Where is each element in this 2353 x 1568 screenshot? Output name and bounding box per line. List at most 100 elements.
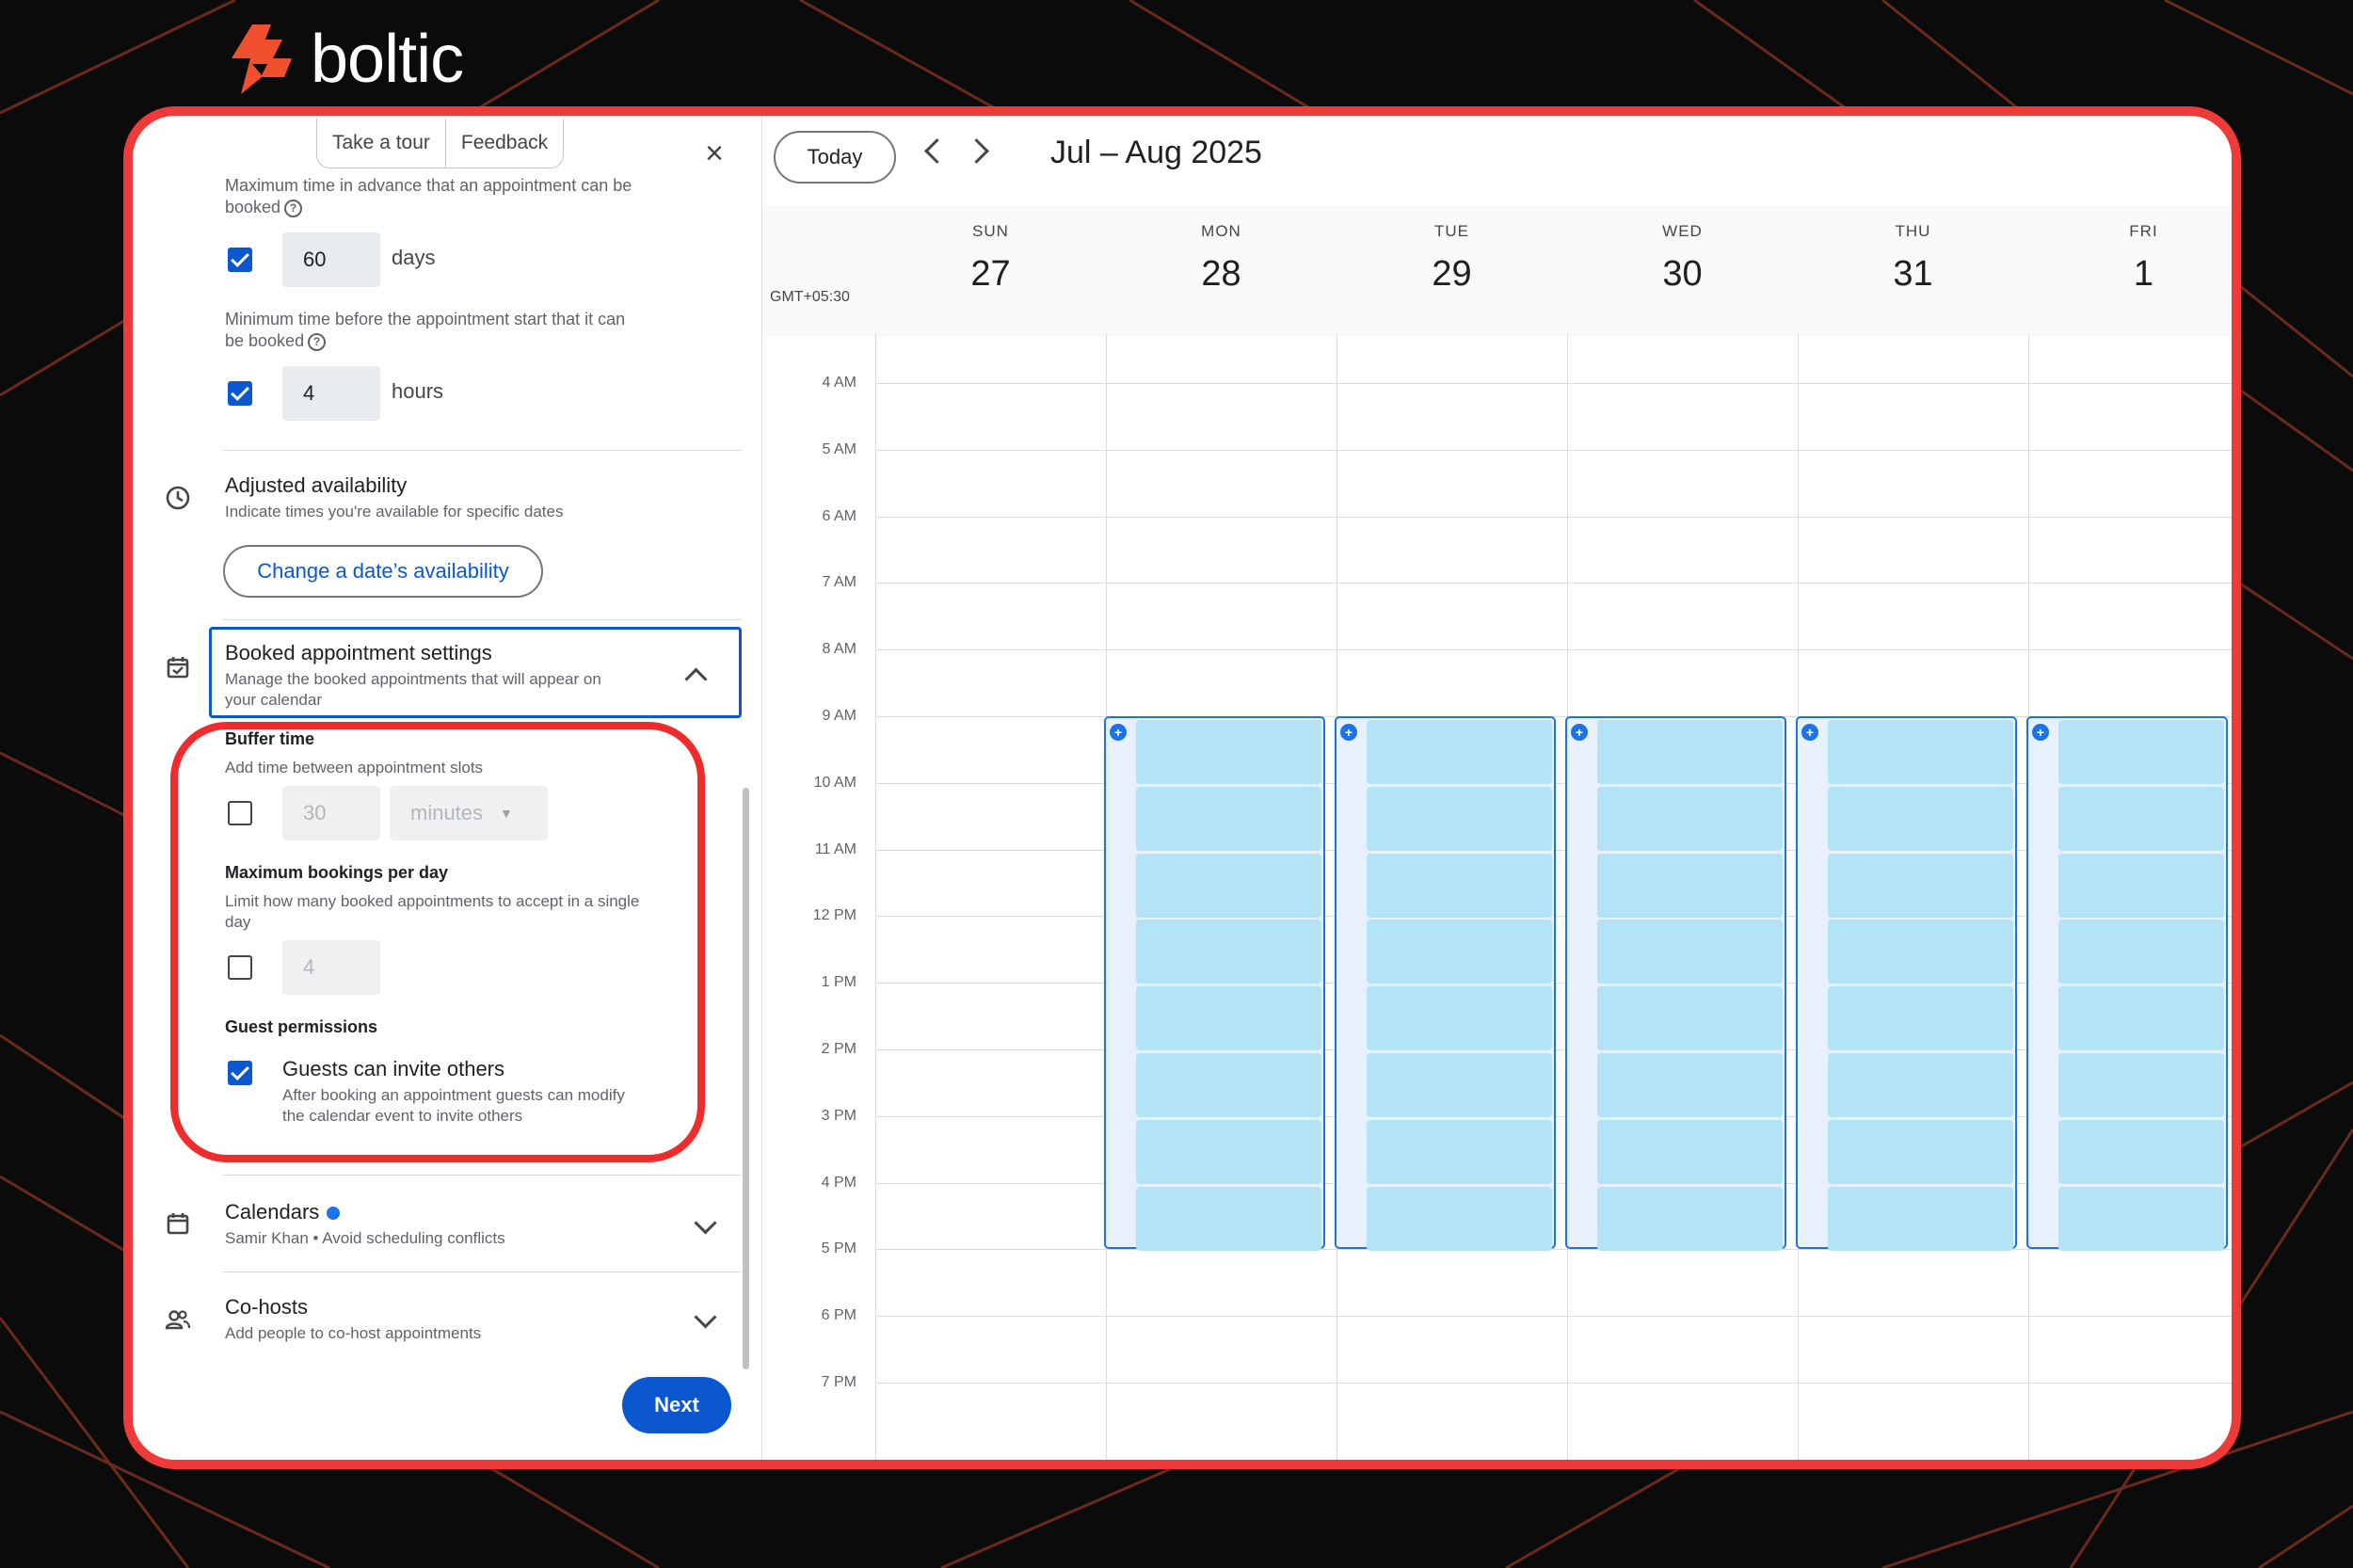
appointment-slot[interactable] [1597,720,1783,784]
appointment-slot[interactable] [2058,986,2224,1051]
day-name: THU [1895,222,1931,240]
hour-label: 9 AM [822,708,856,724]
appointment-slot[interactable] [1136,986,1321,1051]
event-available-icon [167,657,189,679]
max-advance-unit: days [392,246,436,269]
appointment-slot[interactable] [1367,786,1552,851]
appointment-slot[interactable] [1597,853,1783,918]
chevron-down-icon[interactable] [694,1305,717,1329]
min-before-input[interactable]: 4 [282,366,380,421]
panel-scrollbar[interactable] [743,788,749,1369]
appointment-slot[interactable] [1828,1119,2013,1184]
hour-label: 6 PM [821,1307,856,1324]
feedback-link[interactable]: Feedback [444,119,563,168]
availability-block-thu[interactable]: + [1796,716,2017,1251]
appointment-slot[interactable] [1136,920,1321,984]
day-number: 29 [1432,254,1472,294]
appointment-slot[interactable] [1136,1119,1321,1184]
hour-label: 5 AM [822,440,856,457]
appointment-slot[interactable] [1597,1186,1783,1251]
appointment-slot[interactable] [1828,1186,2013,1251]
booking-page-icon: + [1571,724,1588,741]
booking-page-icon: + [1110,724,1127,741]
day-header-sun[interactable]: SUN 27 [875,222,1106,295]
appointment-slot[interactable] [2058,920,2224,984]
calendar-icon [167,1213,189,1235]
appointment-slot[interactable] [1597,1119,1783,1184]
availability-block-tue[interactable]: + [1335,716,1556,1251]
appointment-slot[interactable] [1367,1119,1552,1184]
appointment-slot[interactable] [1367,986,1552,1051]
min-before-checkbox[interactable] [228,381,252,406]
appointment-slot[interactable] [1828,786,2013,851]
appointment-slot[interactable] [1597,1053,1783,1117]
availability-block-fri[interactable]: + [2026,716,2228,1251]
appointment-slot[interactable] [2058,1119,2224,1184]
chevron-right-icon[interactable] [964,138,989,164]
appointment-slot[interactable] [1828,920,2013,984]
hour-gridline [875,383,2232,384]
change-date-availability-button[interactable]: Change a date’s availability [223,545,543,598]
appointment-slot[interactable] [1828,986,2013,1051]
day-header-mon[interactable]: MON 28 [1106,222,1337,295]
appointment-slot[interactable] [1367,1053,1552,1117]
day-number: 31 [1893,254,1933,294]
today-button[interactable]: Today [774,131,896,184]
appointment-slot[interactable] [1597,920,1783,984]
help-icon[interactable]: ? [308,332,327,351]
appointment-slot[interactable] [1367,720,1552,784]
appointment-slot[interactable] [1828,1053,2013,1117]
day-name: FRI [2129,222,2158,240]
day-header-fri[interactable]: FRI 1 [2028,222,2232,295]
divider [223,619,742,620]
max-advance-label: Maximum time in advance that an appointm… [225,175,632,218]
appointment-slot[interactable] [1828,853,2013,918]
appointment-slot[interactable] [1597,786,1783,851]
day-header-thu[interactable]: THU 31 [1798,222,2028,295]
appointment-slot[interactable] [1136,720,1321,784]
appointment-slot[interactable] [1367,920,1552,984]
appointment-slot[interactable] [2058,720,2224,784]
hour-label: 2 PM [821,1041,856,1057]
calendars-title-text: Calendars [225,1200,320,1224]
timezone-label: GMT+05:30 [770,289,850,305]
appointment-slot[interactable] [1136,853,1321,918]
take-tour-link[interactable]: Take a tour [317,119,445,168]
booked-settings-subtitle-1: Manage the booked appointments that will… [225,670,601,688]
boltic-logo: boltic [224,21,464,98]
appointment-slot[interactable] [2058,853,2224,918]
max-advance-checkbox[interactable] [228,248,252,272]
appointment-slot[interactable] [1136,1053,1321,1117]
chevron-down-icon[interactable] [694,1211,717,1235]
appointment-slot[interactable] [2058,786,2224,851]
hour-gridline [875,1249,2232,1251]
settings-panel: Take a tour Feedback × Maximum time in a… [133,116,762,1460]
divider [223,450,742,451]
appointment-slot[interactable] [2058,1186,2224,1251]
day-name: WED [1662,222,1703,240]
chevron-up-icon[interactable] [684,667,708,691]
appointment-slot[interactable] [1597,986,1783,1051]
appointment-slot[interactable] [1367,1186,1552,1251]
max-advance-text: Maximum time in advance that an appointm… [225,176,632,195]
help-icon[interactable]: ? [284,199,303,217]
chevron-left-icon[interactable] [924,138,950,164]
close-icon[interactable]: × [697,136,731,170]
availability-block-wed[interactable]: + [1565,716,1786,1251]
hour-gridline [875,1316,2232,1318]
appointment-slot[interactable] [1367,853,1552,918]
appointment-slot[interactable] [1136,786,1321,851]
appointment-slot[interactable] [1136,1186,1321,1251]
appointment-slot[interactable] [2058,1053,2224,1117]
next-button[interactable]: Next [622,1377,731,1433]
hour-label: 12 PM [812,907,856,924]
min-before-text-2: be booked [225,331,305,350]
booking-page-icon: + [1340,724,1357,741]
max-advance-input[interactable]: 60 [282,232,380,287]
day-header-tue[interactable]: TUE 29 [1337,222,1567,295]
divider [223,1175,742,1176]
history-icon [166,486,190,510]
day-header-wed[interactable]: WED 30 [1567,222,1798,295]
availability-block-mon[interactable]: + [1104,716,1325,1251]
appointment-slot[interactable] [1828,720,2013,784]
